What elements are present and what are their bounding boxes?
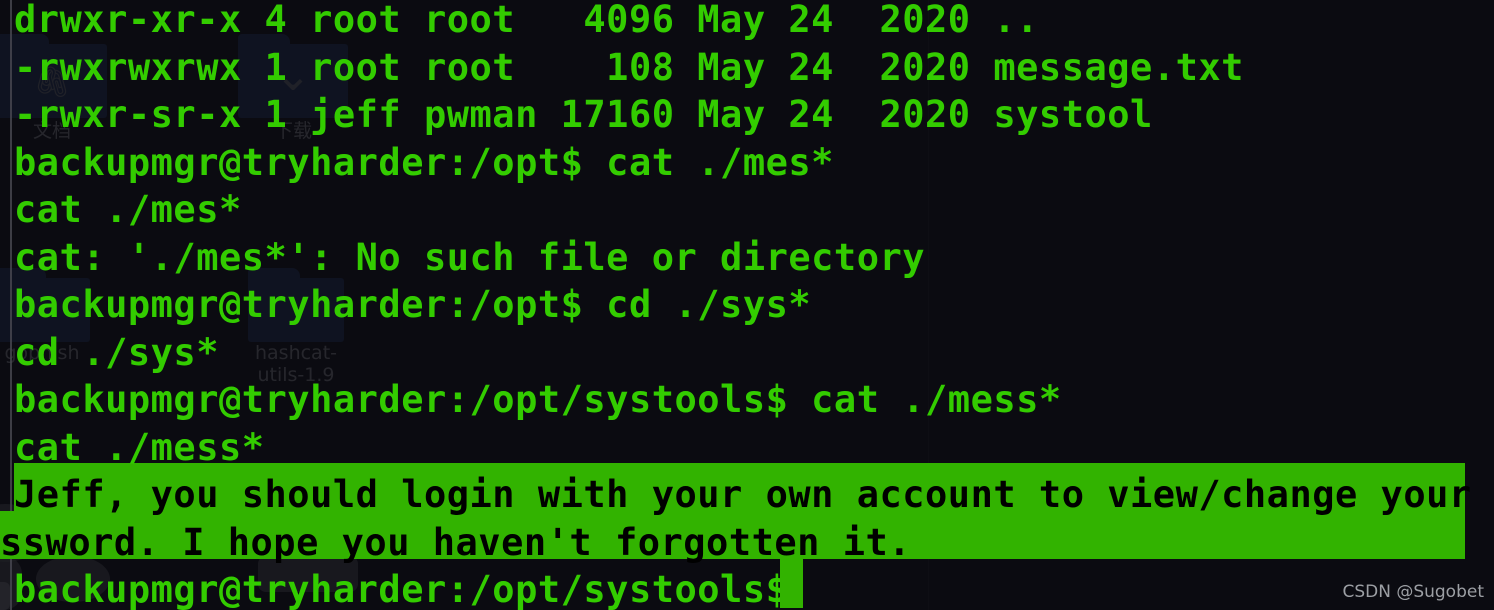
terminal-line: cat ./mes* [14,188,242,231]
watermark: CSDN @Sugobet [1342,582,1484,602]
terminal-output[interactable]: drwxr-xr-x 4 root root 4096 May 24 2020 … [0,0,1494,610]
terminal-prompt: backupmgr@tryharder:/opt/systools$ [14,568,789,610]
terminal-line: backupmgr@tryharder:/opt$ cat ./mes* [14,140,834,184]
screen: 🖇 文档 ⌄ 下载 gophish hashcat- utils-1.9 [0,0,1494,610]
terminal-cursor [780,558,803,608]
terminal-line: -rwxrwxrwx 1 root root 108 May 24 2020 m… [14,45,1244,89]
terminal-line-highlighted: ssword. I hope you haven't forgotten it. [0,520,912,564]
terminal-line: backupmgr@tryharder:/opt/systools$ cat .… [14,378,1062,421]
terminal-line: cd ./sys* [14,330,219,374]
terminal-line: drwxr-xr-x 4 root root 4096 May 24 2020 … [14,0,1039,41]
terminal-line: cat ./mess* [14,425,265,469]
terminal-line: cat: './mes*': No such file or directory [14,235,926,279]
terminal-line-highlighted: Jeff, you should login with your own acc… [14,473,1494,516]
terminal-line: -rwxr-sr-x 1 jeff pwman 17160 May 24 202… [14,93,1153,136]
terminal-line: backupmgr@tryharder:/opt$ cd ./sys* [14,283,812,326]
